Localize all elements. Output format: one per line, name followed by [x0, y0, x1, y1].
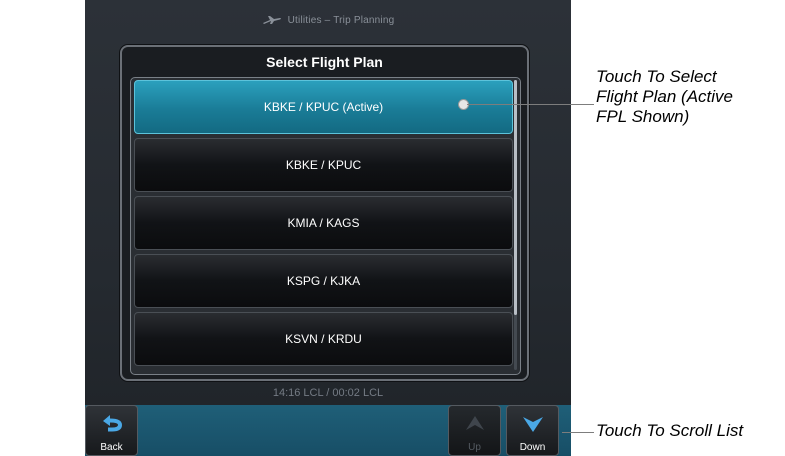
flight-plan-item-active[interactable]: KBKE / KPUC (Active)	[134, 80, 513, 134]
chevron-up-icon	[465, 416, 484, 430]
flight-plan-label: KSPG / KJKA	[286, 274, 361, 288]
scroll-up-button[interactable]: Up	[448, 405, 501, 456]
scrollbar-thumb[interactable]	[514, 80, 517, 315]
flight-plan-label: KSVN / KRDU	[285, 332, 362, 346]
up-label: Up	[468, 442, 481, 453]
flight-plan-list[interactable]: KBKE / KPUC (Active) KBKE / KPUC KMIA / …	[130, 77, 521, 375]
airplane-icon	[262, 16, 281, 24]
select-flight-plan-dialog: Select Flight Plan KBKE / KPUC (Active) …	[120, 45, 529, 381]
back-button[interactable]: Back	[85, 405, 138, 456]
page-title: Utilities – Trip Planning	[287, 14, 395, 26]
flight-plan-item[interactable]: KMIA / KAGS	[134, 196, 513, 250]
dialog-title: Select Flight Plan	[266, 54, 383, 70]
down-label: Down	[519, 442, 546, 453]
status-bar: 14:16 LCL / 00:02 LCL	[85, 382, 571, 404]
flight-plan-item[interactable]: KSPG / KJKA	[134, 254, 513, 308]
back-label: Back	[100, 442, 123, 453]
scroll-down-button[interactable]: Down	[506, 405, 559, 456]
callout-line-scroll	[562, 432, 594, 433]
flight-plan-label: KBKE / KPUC (Active)	[263, 100, 384, 114]
callout-select-flight-plan: Touch To Select Flight Plan (Active FPL …	[596, 67, 733, 126]
device-screen: Utilities – Trip Planning Select Flight …	[85, 0, 571, 456]
flight-plan-label: KMIA / KAGS	[287, 216, 360, 230]
flight-plan-label: KBKE / KPUC	[285, 158, 362, 172]
callout-scroll-list: Touch To Scroll List	[596, 421, 744, 440]
chevron-down-icon	[522, 417, 543, 432]
callout-line-select	[467, 104, 594, 105]
flight-plan-item[interactable]: KSVN / KRDU	[134, 312, 513, 366]
back-arrow-icon	[102, 415, 122, 432]
bottom-button-bar: Back Up Down	[85, 405, 571, 456]
title-bar: Utilities – Trip Planning	[85, 0, 571, 40]
time-readout: 14:16 LCL / 00:02 LCL	[272, 387, 384, 399]
flight-plan-item[interactable]: KBKE / KPUC	[134, 138, 513, 192]
scrollbar[interactable]	[514, 80, 517, 370]
